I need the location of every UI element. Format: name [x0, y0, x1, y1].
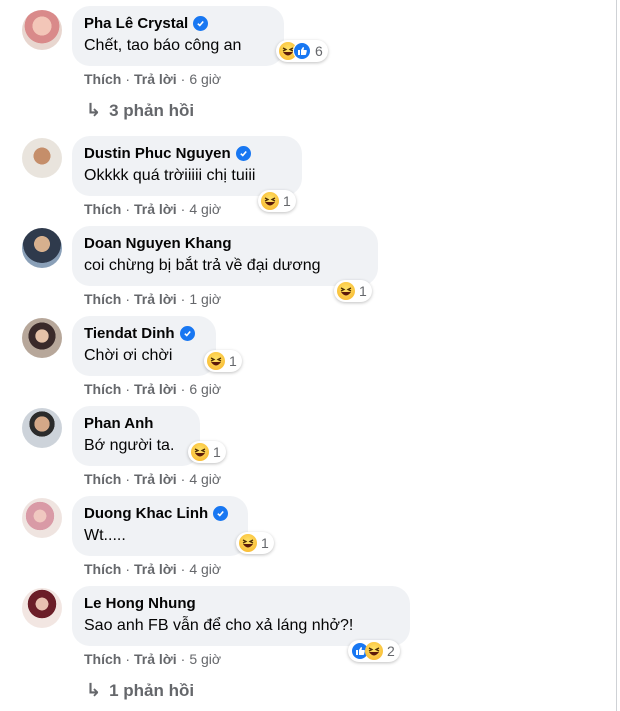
verified-badge-icon [213, 506, 229, 521]
reply-link[interactable]: Trả lời [134, 71, 177, 87]
comment-author[interactable]: Duong Khac Linh [84, 504, 208, 523]
haha-icon [365, 642, 383, 660]
reply-link[interactable]: Trả lời [134, 561, 177, 577]
comment-actions: Thích · Trả lời · 4 giờ [84, 471, 222, 487]
like-link[interactable]: Thích [84, 561, 121, 577]
reaction-count: 2 [387, 643, 395, 659]
like-link[interactable]: Thích [84, 71, 121, 87]
reaction-summary[interactable]: 1 [258, 190, 296, 212]
reaction-count: 6 [315, 43, 323, 59]
timestamp[interactable]: 4 giờ [189, 471, 221, 487]
page-edge-divider [616, 0, 617, 711]
reaction-summary[interactable]: 2 [348, 640, 400, 662]
verified-badge-icon [179, 326, 195, 341]
comment-author[interactable]: Le Hong Nhung [84, 594, 196, 613]
comment-author[interactable]: Phan Anh [84, 414, 153, 433]
avatar[interactable] [22, 10, 62, 50]
comment-author[interactable]: Tiendat Dinh [84, 324, 175, 343]
avatar[interactable] [22, 228, 62, 268]
comment-bubble: Le Hong Nhung Sao anh FB vẫn để cho xả l… [72, 586, 410, 646]
comment-actions: Thích · Trả lời · 6 giờ [84, 71, 222, 87]
verified-badge-icon [235, 146, 251, 161]
comment-text: Bớ người ta. [84, 437, 175, 454]
reaction-summary[interactable]: 1 [334, 280, 372, 302]
comment-actions: Thích · Trả lời · 6 giờ [84, 381, 222, 397]
comment-bubble: Tiendat Dinh Chời ơi chời [72, 316, 216, 376]
comment-actions: Thích · Trả lời · 5 giờ [84, 651, 222, 667]
timestamp[interactable]: 1 giờ [189, 291, 221, 307]
reaction-count: 1 [283, 193, 291, 209]
timestamp[interactable]: 6 giờ [189, 71, 221, 87]
reply-link[interactable]: Trả lời [134, 201, 177, 217]
verified-badge-icon [193, 16, 209, 31]
like-link[interactable]: Thích [84, 651, 121, 667]
comment-bubble: Phan Anh Bớ người ta. [72, 406, 200, 466]
comment-bubble: Dustin Phuc Nguyen Okkkk quá trờiiiii ch… [72, 136, 302, 196]
comment-author[interactable]: Doan Nguyen Khang [84, 234, 232, 253]
timestamp[interactable]: 4 giờ [189, 561, 221, 577]
haha-icon [261, 192, 279, 210]
reply-link[interactable]: Trả lời [134, 651, 177, 667]
reply-link[interactable]: Trả lời [134, 381, 177, 397]
comment-author[interactable]: Pha Lê Crystal [84, 14, 188, 33]
haha-icon [207, 352, 225, 370]
haha-icon [337, 282, 355, 300]
reaction-count: 1 [359, 283, 367, 299]
reply-arrow-icon: ↳ [86, 680, 102, 700]
like-link[interactable]: Thích [84, 291, 121, 307]
like-link[interactable]: Thích [84, 471, 121, 487]
like-link[interactable]: Thích [84, 201, 121, 217]
reply-link[interactable]: Trả lời [134, 471, 177, 487]
view-replies-link[interactable]: ↳ 1 phản hồi [86, 680, 194, 701]
timestamp[interactable]: 4 giờ [189, 201, 221, 217]
haha-icon [191, 443, 209, 461]
avatar[interactable] [22, 408, 62, 448]
like-icon [293, 42, 311, 60]
avatar[interactable] [22, 138, 62, 178]
comment-actions: Thích · Trả lời · 4 giờ [84, 201, 222, 217]
comment-actions: Thích · Trả lời · 4 giờ [84, 561, 222, 577]
reaction-count: 1 [229, 353, 237, 369]
like-link[interactable]: Thích [84, 381, 121, 397]
view-replies-link[interactable]: ↳ 3 phản hồi [86, 100, 194, 121]
avatar[interactable] [22, 318, 62, 358]
avatar[interactable] [22, 498, 62, 538]
comment-text: Chời ơi chời [84, 347, 173, 364]
comment-text: Chết, tao báo công an [84, 37, 242, 54]
timestamp[interactable]: 5 giờ [189, 651, 221, 667]
reaction-summary[interactable]: 1 [188, 441, 226, 463]
reply-link[interactable]: Trả lời [134, 291, 177, 307]
timestamp[interactable]: 6 giờ [189, 381, 221, 397]
comment-bubble: Doan Nguyen Khang coi chừng bị bắt trả v… [72, 226, 378, 286]
comment-bubble: Pha Lê Crystal Chết, tao báo công an [72, 6, 284, 66]
comment-text: Wt..... [84, 527, 126, 544]
comment-bubble: Duong Khac Linh Wt..... [72, 496, 248, 556]
avatar[interactable] [22, 588, 62, 628]
comment-text: Sao anh FB vẫn để cho xả láng nhở?! [84, 617, 354, 634]
reaction-count: 1 [213, 444, 221, 460]
reaction-count: 1 [261, 535, 269, 551]
comment-author[interactable]: Dustin Phuc Nguyen [84, 144, 231, 163]
reaction-summary[interactable]: 1 [204, 350, 242, 372]
reply-arrow-icon: ↳ [86, 100, 102, 120]
reaction-summary[interactable]: 1 [236, 532, 274, 554]
reaction-summary[interactable]: 6 [276, 40, 328, 62]
haha-icon [239, 534, 257, 552]
comment-text: coi chừng bị bắt trả về đại dương [84, 257, 321, 274]
comment-actions: Thích · Trả lời · 1 giờ [84, 291, 222, 307]
comment-text: Okkkk quá trờiiiii chị tuiii [84, 167, 256, 184]
